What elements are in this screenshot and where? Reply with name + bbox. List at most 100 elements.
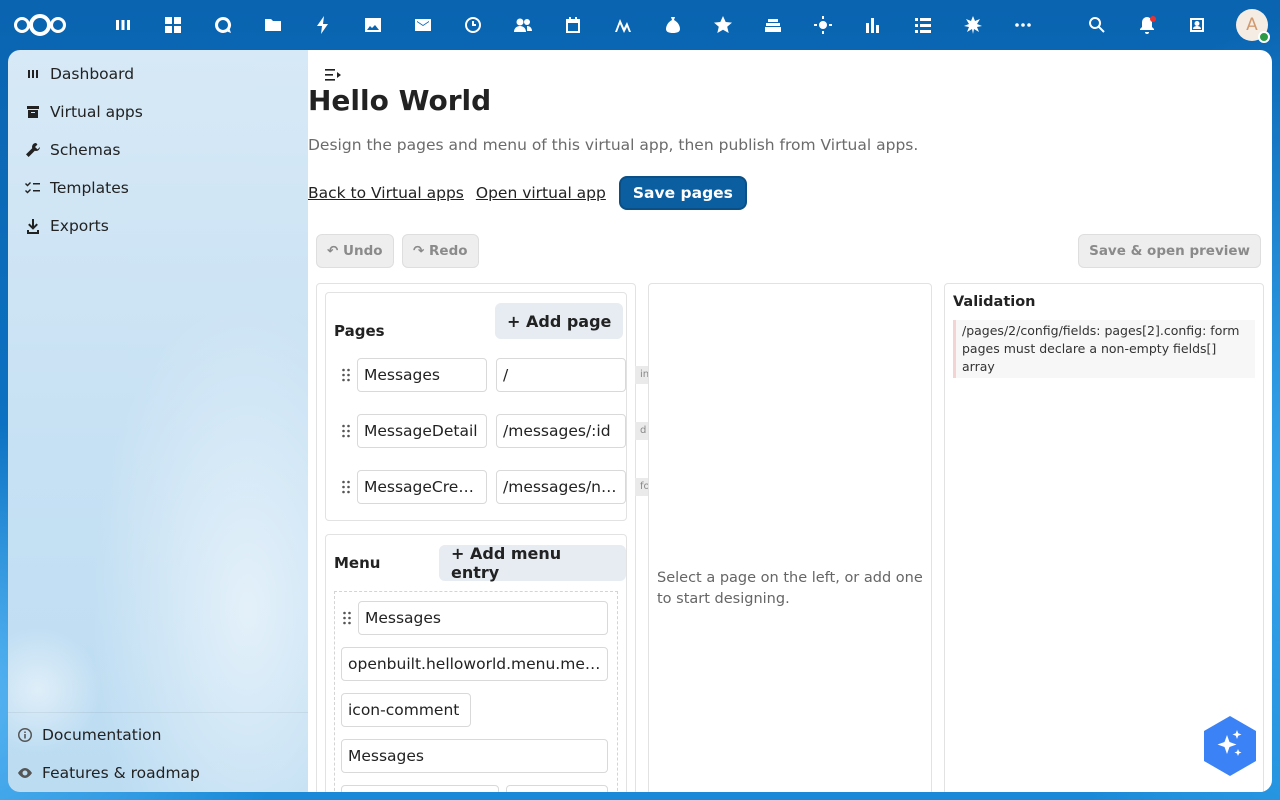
assistant-sparkle-icon: [1204, 716, 1256, 776]
wrench-icon: [24, 141, 42, 159]
page-route-value: /: [503, 366, 509, 384]
designer-panel: Select a page on the left, or add one to…: [648, 283, 932, 792]
page-name-input[interactable]: MessageDetail: [357, 414, 487, 448]
drag-handle-icon[interactable]: [341, 367, 351, 383]
deck-icon[interactable]: [448, 0, 498, 50]
menu-page-value: Messages: [348, 747, 425, 765]
page-route-input[interactable]: /messages/new: [496, 470, 626, 504]
checklist-icon: [24, 179, 42, 197]
info-icon: [16, 726, 34, 744]
calendar-icon[interactable]: [548, 0, 598, 50]
validation-error: /pages/2/config/fields: pages[2].config:…: [953, 320, 1255, 378]
menu-card: Menu + Add menu entry Messages openbuilt…: [325, 534, 627, 792]
eye-icon: [16, 764, 34, 782]
avatar-letter: A: [1246, 15, 1258, 35]
page-route-input[interactable]: /: [496, 358, 626, 392]
menu-label-value: Messages: [365, 609, 442, 627]
finance-icon[interactable]: [648, 0, 698, 50]
more-apps-icon[interactable]: [998, 0, 1048, 50]
page-route-input[interactable]: /messages/:id: [496, 414, 626, 448]
sidebar-item-templates[interactable]: Templates: [8, 169, 308, 207]
sidebar-item-label: Features & roadmap: [42, 764, 200, 782]
download-icon: [24, 217, 42, 235]
action-links: Back to Virtual apps Open virtual app Sa…: [308, 176, 747, 210]
sidebar-item-label: Dashboard: [50, 65, 135, 83]
menu-label-input[interactable]: Messages: [358, 601, 608, 635]
dashboard-app-icon[interactable]: [98, 0, 148, 50]
menu-i18n-key-value: openbuilt.helloworld.menu.messages: [348, 655, 601, 673]
menu-icon-input[interactable]: icon-comment: [341, 693, 471, 727]
sidebar-item-label: Virtual apps: [50, 103, 143, 121]
sidebar-item-exports[interactable]: Exports: [8, 207, 308, 245]
openbuilt-icon[interactable]: [948, 0, 998, 50]
menu-extra-input[interactable]: [341, 785, 499, 792]
search-icon[interactable]: [1072, 0, 1122, 50]
page-name-input[interactable]: Messages: [357, 358, 487, 392]
add-menu-entry-button[interactable]: + Add menu entry: [439, 544, 626, 582]
save-open-preview-button[interactable]: Save & open preview: [1078, 234, 1261, 268]
sidebar-item-dashboard[interactable]: Dashboard: [8, 55, 308, 93]
sidebar-item-documentation[interactable]: Documentation: [8, 716, 308, 754]
sidebar-item-schemas[interactable]: Schemas: [8, 131, 308, 169]
sidebar-item-label: Templates: [50, 179, 129, 197]
talk-icon[interactable]: [198, 0, 248, 50]
menu-i18n-key-input[interactable]: openbuilt.helloworld.menu.messages: [341, 647, 608, 681]
navigation-toggle-icon[interactable]: [324, 66, 342, 84]
pages-heading: Pages: [334, 322, 385, 340]
page-type-select[interactable]: in: [635, 366, 649, 384]
files-icon[interactable]: [248, 0, 298, 50]
add-page-button[interactable]: + Add page: [495, 303, 624, 339]
designer-empty-message: Select a page on the left, or add one to…: [657, 570, 923, 607]
back-to-virtual-apps-link[interactable]: Back to Virtual apps: [308, 184, 464, 202]
mail-icon[interactable]: [398, 0, 448, 50]
sidebar-item-virtual-apps[interactable]: Virtual apps: [8, 93, 308, 131]
contacts-menu-icon[interactable]: [1172, 0, 1222, 50]
stats-icon[interactable]: [848, 0, 898, 50]
menu-extra-input-2[interactable]: [506, 785, 608, 792]
drag-handle-icon[interactable]: [341, 423, 351, 439]
notifications-icon[interactable]: [1122, 0, 1172, 50]
sidebar-item-label: Documentation: [42, 726, 162, 744]
drag-handle-icon[interactable]: [341, 479, 351, 495]
app-navigation: Dashboard Virtual apps Schemas Templates…: [8, 50, 308, 792]
menu-page-select[interactable]: Messages: [341, 739, 608, 773]
page-name-value: MessageDetail: [364, 422, 478, 440]
nextcloud-logo[interactable]: [14, 12, 76, 38]
open-virtual-app-link[interactable]: Open virtual app: [476, 184, 606, 202]
redo-button[interactable]: ↷ Redo: [402, 234, 479, 268]
save-pages-button[interactable]: Save pages: [618, 176, 747, 210]
page-type-select[interactable]: fo: [635, 478, 649, 496]
collectives-icon[interactable]: [748, 0, 798, 50]
menu-icon-value: icon-comment: [348, 701, 460, 719]
settings-app-icon[interactable]: [798, 0, 848, 50]
menu-heading: Menu: [334, 554, 381, 572]
validation-heading: Validation: [953, 294, 1036, 310]
apps-icon[interactable]: [148, 0, 198, 50]
favorites-icon[interactable]: [698, 0, 748, 50]
tasks-icon[interactable]: [898, 0, 948, 50]
page-type-select[interactable]: d: [635, 422, 649, 440]
undo-button[interactable]: ↶ Undo: [316, 234, 394, 268]
page-subtitle: Design the pages and menu of this virtua…: [308, 136, 919, 154]
sidebar-item-label: Schemas: [50, 141, 121, 159]
activity-icon[interactable]: [298, 0, 348, 50]
page-name-value: Messages: [364, 366, 441, 384]
page-name-value: MessageCreate: [364, 478, 480, 496]
page-title: Hello World: [308, 84, 492, 117]
structure-panel: Pages + Add page Messages / in MessageDe…: [316, 283, 649, 792]
dashboard-icon: [24, 65, 42, 83]
assistant-button[interactable]: [1204, 716, 1256, 776]
header-right: A: [1072, 0, 1280, 50]
user-avatar[interactable]: A: [1236, 9, 1270, 43]
analytics-icon[interactable]: [598, 0, 648, 50]
drag-handle-icon[interactable]: [342, 610, 352, 626]
contacts-icon[interactable]: [498, 0, 548, 50]
sidebar-item-features-roadmap[interactable]: Features & roadmap: [8, 754, 308, 792]
page-name-input[interactable]: MessageCreate: [357, 470, 487, 504]
page-route-value: /messages/new: [503, 478, 619, 496]
notification-dot: [1150, 16, 1156, 22]
online-status-icon: [1258, 31, 1270, 43]
menu-entry: Messages openbuilt.helloworld.menu.messa…: [334, 591, 618, 792]
top-bar: A: [0, 0, 1280, 50]
photos-icon[interactable]: [348, 0, 398, 50]
